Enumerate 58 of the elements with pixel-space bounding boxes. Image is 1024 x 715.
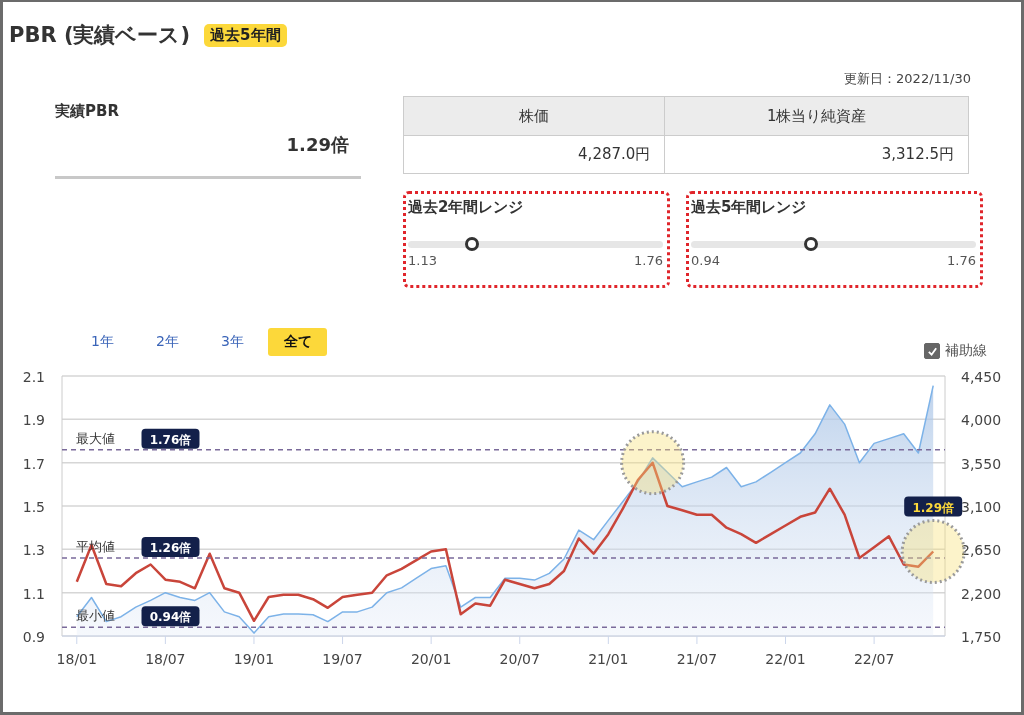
y2-axis-label: 4,000 — [961, 412, 1002, 429]
range-title: 過去2年間レンジ — [408, 198, 525, 217]
period-badge: 過去5年間 — [204, 23, 287, 47]
pbr-value: 1.29倍 — [286, 133, 349, 157]
y-axis-label: 1.9 — [22, 412, 45, 429]
x-axis-label: 19/01 — [233, 651, 275, 667]
x-axis-label: 18/01 — [56, 651, 97, 667]
reference-label: 最小値 — [76, 608, 115, 624]
range-title: 過去5年間レンジ — [691, 198, 808, 217]
highlight-circle — [620, 430, 686, 496]
y-axis-label: 1.5 — [22, 499, 45, 515]
y-axis-label: 2.1 — [22, 369, 45, 385]
period-tab[interactable]: 全て — [268, 328, 327, 356]
x-axis-label: 20/01 — [410, 651, 452, 667]
annotation: 0.94倍 — [149, 610, 192, 625]
table-cell: 3,312.5円 — [664, 135, 969, 174]
aux-lines-label: 補助線 — [945, 342, 987, 360]
y2-axis-label: 2,650 — [961, 542, 1002, 559]
x-axis-label: 22/07 — [853, 651, 895, 667]
y2-axis-label: 4,450 — [961, 369, 1002, 385]
value-badge: 1.76倍 — [141, 428, 200, 449]
annotation: 1.76倍 — [149, 432, 192, 447]
aux-lines-checkbox[interactable] — [924, 343, 940, 359]
period-tab[interactable]: 1年 — [73, 328, 132, 356]
x-axis-label: 19/07 — [322, 651, 363, 667]
x-axis-label: 22/01 — [765, 651, 806, 667]
x-axis-label: 21/07 — [676, 651, 718, 667]
period-tab[interactable]: 2年 — [138, 328, 197, 356]
y-axis-label: 1.1 — [22, 585, 45, 602]
table-header: 1株当り純資産 — [664, 96, 969, 136]
range-max: 1.76 — [634, 253, 663, 268]
pbr-label: 実績PBR — [55, 102, 120, 121]
value-badge: 1.26倍 — [141, 537, 200, 557]
y2-axis-label: 2,200 — [961, 585, 1002, 602]
range-min: 0.94 — [691, 253, 720, 268]
x-axis-label: 18/07 — [145, 651, 186, 667]
value-badge: 1.29倍 — [904, 496, 963, 517]
y2-axis-label: 1,750 — [961, 629, 1002, 645]
reference-label: 平均値 — [76, 539, 115, 554]
range-min: 1.13 — [408, 253, 437, 268]
y2-axis-label: 3,550 — [961, 455, 1002, 472]
y-axis-label: 1.3 — [22, 542, 45, 559]
annotation: 1.29倍 — [912, 500, 954, 515]
table-header: 株価 — [403, 96, 665, 136]
y-axis-label: 0.9 — [22, 629, 45, 645]
reference-label: 最大値 — [76, 430, 115, 446]
check-icon — [926, 345, 938, 357]
y-axis-label: 1.7 — [22, 455, 45, 472]
range-max: 1.76 — [947, 253, 976, 268]
x-axis-label: 20/07 — [499, 651, 540, 667]
page-title: PBR (実績ベース) — [9, 22, 191, 49]
x-axis-label: 21/01 — [588, 651, 629, 667]
y2-axis-label: 3,100 — [961, 499, 1002, 515]
value-badge: 0.94倍 — [141, 606, 200, 627]
table-cell: 4,287.0円 — [403, 135, 665, 174]
period-tab[interactable]: 3年 — [203, 328, 262, 356]
annotation: 1.26倍 — [149, 541, 192, 555]
updated-date: 更新日：2022/11/30 — [844, 70, 971, 88]
